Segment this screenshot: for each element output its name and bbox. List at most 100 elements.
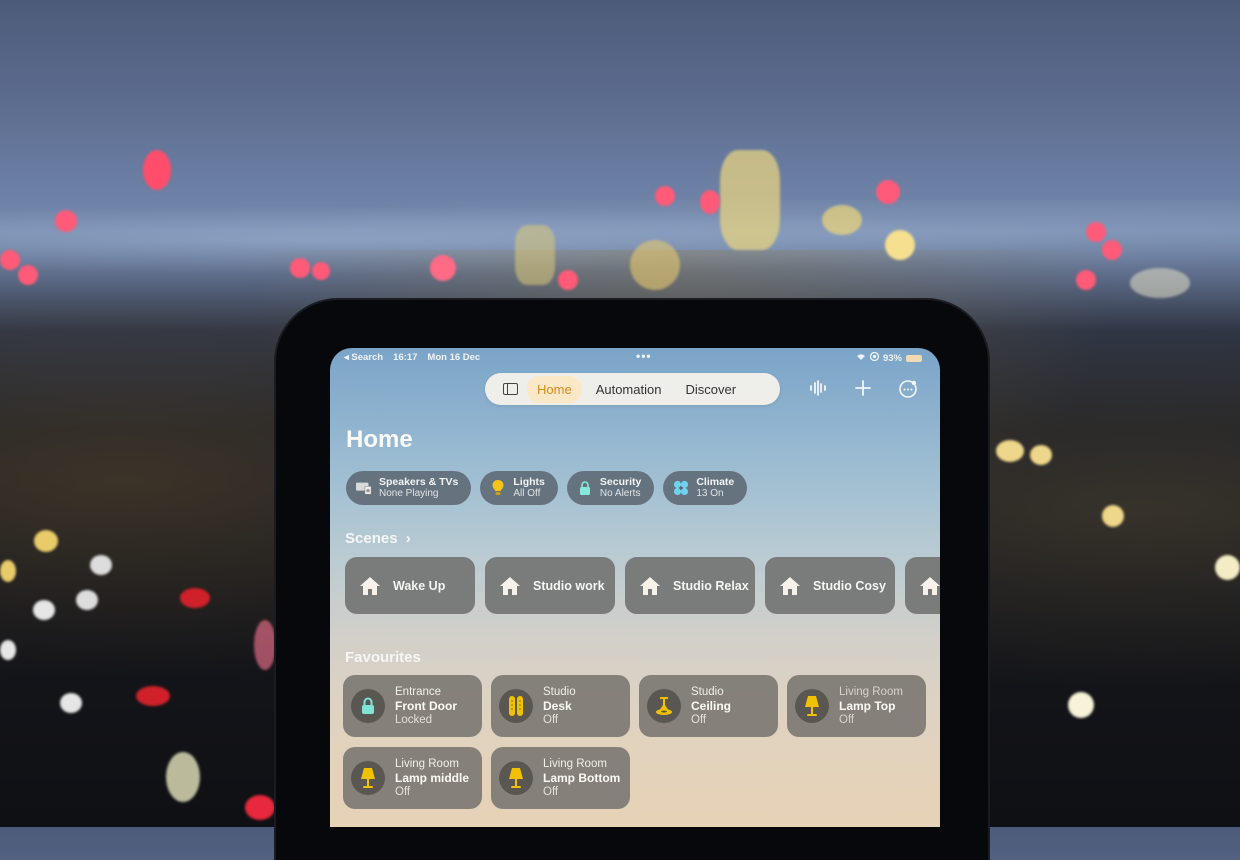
bokeh-light [76, 590, 98, 610]
bokeh-light [655, 186, 675, 206]
back-to-search-link[interactable]: ◂ Search [344, 352, 383, 363]
bokeh-light [1030, 445, 1052, 465]
voice-waveform-button[interactable] [808, 379, 828, 404]
bokeh-light [1102, 240, 1122, 260]
battery-percent: 93% [882, 352, 902, 364]
scene-tile[interactable]: Studio work [485, 557, 615, 614]
more-button[interactable] [898, 379, 918, 404]
bokeh-light [143, 150, 171, 190]
chip-title: Climate [696, 476, 735, 488]
bokeh-light [254, 620, 276, 670]
table-lamp-icon [795, 689, 829, 723]
speakers-tv-icon [356, 480, 372, 496]
accessory-state: Off [839, 714, 855, 726]
accessory-room: Living Room [395, 758, 459, 770]
status-bar: ◂ Search 16:17 Mon 16 Dec ••• 93% [344, 349, 926, 366]
scene-label: Wake Up [393, 578, 446, 593]
accessory-name: Lamp Bottom [543, 771, 621, 785]
scene-label: Studio Relax [673, 578, 749, 593]
accessory-name: Ceiling [691, 699, 732, 713]
bokeh-light [60, 693, 82, 713]
table-lamp-icon [351, 761, 385, 795]
bokeh-light [34, 530, 58, 552]
accessory-room: Living Room [839, 686, 903, 698]
house-icon [779, 576, 801, 596]
bokeh-light [720, 150, 780, 250]
accessory-name: Lamp Top [839, 699, 896, 713]
accessory-room: Studio [543, 686, 576, 698]
bokeh-light [245, 795, 275, 820]
scene-label: Studio Cosy [813, 578, 886, 593]
voice-waveform-icon [810, 380, 826, 396]
accessory-room: Living Room [543, 758, 607, 770]
more-icon [899, 380, 917, 398]
table-lamp-icon [499, 761, 533, 795]
accessory-room: Studio [691, 686, 724, 698]
accessory-tile[interactable]: Living Room Lamp Bottom Off [491, 747, 630, 809]
chip-subtitle: All Off [513, 488, 541, 499]
chip-subtitle: None Playing [379, 488, 439, 499]
ceiling-lamp-icon [647, 689, 681, 723]
lightbulb-icon [490, 480, 506, 496]
page-title: Home [346, 426, 413, 453]
house-icon [639, 576, 661, 596]
bokeh-light [1215, 555, 1240, 580]
chip-title: Speakers & TVs [379, 476, 459, 488]
bokeh-light [996, 440, 1024, 462]
accessory-tile[interactable]: Living Room Lamp Top Off [787, 675, 926, 737]
status-date: Mon 16 Dec [427, 352, 481, 363]
accessory-state: Off [543, 786, 559, 798]
scenes-heading[interactable]: Scenes › [345, 530, 411, 547]
bokeh-light [430, 255, 456, 281]
multitasking-dots[interactable]: ••• [636, 349, 652, 363]
tab-home[interactable]: Home [527, 375, 582, 403]
bokeh-light [700, 190, 720, 214]
accessory-state: Off [543, 714, 559, 726]
bokeh-light [630, 240, 680, 290]
accessory-state: Off [691, 714, 707, 726]
scenes-row: Wake Up Studio work Studio Relax Studio … [345, 557, 940, 614]
bokeh-light [876, 180, 900, 204]
chip-lights[interactable]: Lights All Off [480, 471, 558, 505]
accessory-state: Off [395, 786, 411, 798]
chip-security[interactable]: Security No Alerts [566, 471, 655, 505]
sidebar-icon [502, 383, 518, 395]
lock-icon [351, 689, 385, 723]
battery-icon [906, 354, 922, 362]
tab-discover[interactable]: Discover [675, 376, 746, 403]
lock-icon [577, 480, 593, 496]
scene-tile[interactable]: Studio Relax [625, 557, 755, 614]
scene-tile[interactable]: Wake Up [345, 557, 475, 614]
bokeh-light [180, 588, 210, 608]
accessory-name: Lamp middle [395, 771, 470, 785]
chip-title: Security [599, 476, 642, 488]
accessory-tile[interactable]: Studio Desk Off [491, 675, 630, 737]
bokeh-light [1068, 692, 1094, 718]
accessory-tile[interactable]: Studio Ceiling Off [639, 675, 778, 737]
add-button[interactable] [854, 379, 872, 404]
bokeh-light [90, 555, 112, 575]
chip-title: Lights [513, 476, 545, 488]
bokeh-light [0, 640, 16, 660]
accessory-name: Front Door [395, 699, 457, 713]
scene-tile[interactable] [905, 557, 940, 614]
accessory-tile[interactable]: Living Room Lamp middle Off [343, 747, 482, 809]
house-icon [499, 576, 521, 596]
chip-climate[interactable]: Climate 13 On [663, 471, 748, 505]
chip-speakers-tvs[interactable]: Speakers & TVs None Playing [346, 471, 472, 505]
bokeh-light [312, 262, 330, 280]
chevron-right-icon: › [405, 530, 411, 547]
sidebar-toggle-button[interactable] [493, 373, 527, 405]
scene-tile[interactable]: Studio Cosy [765, 557, 895, 614]
scenes-heading-label: Scenes [345, 530, 398, 547]
status-chips: Speakers & TVs None Playing Lights All Off… [346, 471, 748, 505]
tab-automation[interactable]: Automation [586, 376, 672, 403]
bokeh-light [18, 265, 38, 285]
accessory-state: Locked [395, 714, 433, 726]
bokeh-light [885, 230, 915, 260]
accessory-tile[interactable]: Entrance Front Door Locked [343, 675, 482, 737]
bokeh-light [136, 686, 170, 706]
focus-icon [869, 351, 880, 364]
scene-label: Studio work [533, 578, 605, 593]
bokeh-light [822, 205, 862, 235]
